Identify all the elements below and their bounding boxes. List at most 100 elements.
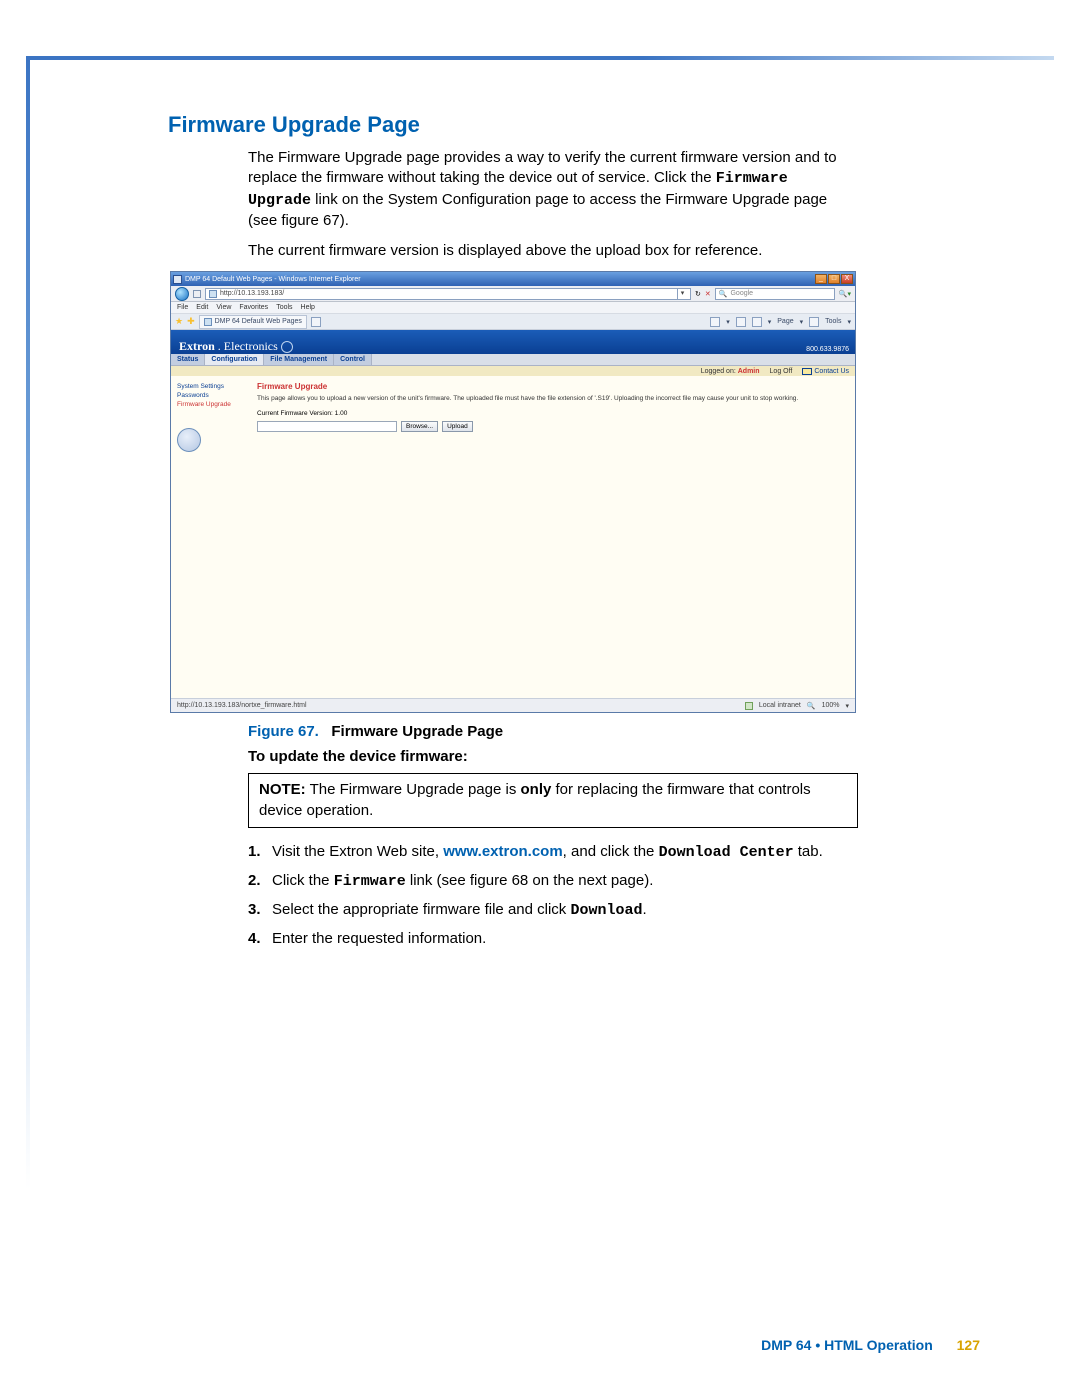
tab-status[interactable]: Status <box>171 354 205 365</box>
logoff-link[interactable]: Log Off <box>770 368 793 375</box>
menu-tools[interactable]: Tools <box>276 304 292 311</box>
note-label: NOTE: <box>259 781 306 798</box>
s1a: Visit the Extron Web site, <box>272 843 443 860</box>
browser-screenshot: DMP 64 Default Web Pages - Windows Inter… <box>170 271 856 713</box>
sidebar-item-system[interactable]: System Settings <box>177 382 247 391</box>
maximize-button[interactable]: □ <box>828 274 840 284</box>
ie-address-bar: http://10.13.193.183/ ▾ ↻ ✕ 🔍 Google 🔍▾ <box>171 286 855 302</box>
intro-paragraph: The Firmware Upgrade page provides a way… <box>248 148 858 231</box>
page-icon <box>209 290 217 298</box>
ie-window-title: DMP 64 Default Web Pages - Windows Inter… <box>185 276 361 283</box>
search-hint: Google <box>730 290 753 297</box>
page-number: 127 <box>957 1337 980 1353</box>
footer-label: DMP 64 • HTML Operation <box>761 1337 933 1353</box>
menu-favorites[interactable]: Favorites <box>239 304 268 311</box>
figure-caption: Figure 67. Firmware Upgrade Page <box>248 723 858 740</box>
s2a: Click the <box>272 872 334 889</box>
tab-configuration[interactable]: Configuration <box>205 354 264 365</box>
intro-text-b: link on the System Configuration page to… <box>248 191 827 229</box>
print-icon[interactable] <box>752 317 762 327</box>
upload-button[interactable]: Upload <box>442 421 473 432</box>
home-icon[interactable] <box>710 317 720 327</box>
file-input[interactable] <box>257 421 397 432</box>
download-center-code: Download Center <box>659 844 794 861</box>
note-bold: only <box>521 781 552 798</box>
extron-link[interactable]: www.extron.com <box>443 843 562 860</box>
menu-file[interactable]: File <box>177 304 188 311</box>
s1c: tab. <box>794 843 823 860</box>
ie-window-controls: _ □ X <box>815 274 853 284</box>
tab-label: DMP 64 Default Web Pages <box>215 318 302 325</box>
url-dropdown-icon[interactable]: ▾ <box>677 289 687 299</box>
search-field[interactable]: 🔍 Google <box>715 288 835 300</box>
refresh-icon[interactable]: ↻ <box>695 290 701 298</box>
page-menu[interactable]: Page <box>777 318 793 325</box>
menu-view[interactable]: View <box>216 304 231 311</box>
tab-icon <box>204 318 212 326</box>
stop-icon[interactable]: ✕ <box>705 290 711 298</box>
menu-help[interactable]: Help <box>301 304 315 311</box>
contact-label: Contact Us <box>814 368 849 375</box>
brand-b: Electronics <box>224 339 278 354</box>
ie-menubar: File Edit View Favorites Tools Help <box>171 302 855 314</box>
sidebar-item-firmware[interactable]: Firmware Upgrade <box>177 400 247 409</box>
ie-app-icon <box>173 275 182 284</box>
zoom-dd-icon[interactable]: ▾ <box>845 702 849 710</box>
extron-header: Extron . Electronics 800.633.9876 <box>171 330 855 354</box>
tools-icon[interactable] <box>809 317 819 327</box>
loggedon-label: Logged on: Admin <box>701 368 760 375</box>
s1b: , and click the <box>563 843 659 860</box>
note-text-a: The Firmware Upgrade page is <box>306 781 521 798</box>
ie-tabbar: ★ ✚ DMP 64 Default Web Pages ▾ ▾ Page ▾ … <box>171 314 855 330</box>
ie-titlebar: DMP 64 Default Web Pages - Windows Inter… <box>171 272 855 286</box>
ie-statusbar: http://10.13.193.183/nortxe_firmware.htm… <box>171 698 855 712</box>
sidebar: System Settings Passwords Firmware Upgra… <box>171 376 253 698</box>
sidebar-item-passwords[interactable]: Passwords <box>177 391 247 400</box>
url-text: http://10.13.193.183/ <box>220 290 284 297</box>
feed-icon[interactable] <box>736 317 746 327</box>
tab-file-management[interactable]: File Management <box>264 354 334 365</box>
s4: Enter the requested information. <box>272 930 486 947</box>
browser-tab[interactable]: DMP 64 Default Web Pages <box>199 315 307 329</box>
favorites-icon[interactable]: ★ <box>175 316 183 327</box>
page-content: Firmware Upgrade Page The Firmware Upgra… <box>168 112 878 955</box>
firmware-code: Firmware <box>334 873 406 890</box>
intro-paragraph-2: The current firmware version is displaye… <box>248 241 858 261</box>
url-field[interactable]: http://10.13.193.183/ ▾ <box>205 288 691 300</box>
tab-control[interactable]: Control <box>334 354 372 365</box>
add-favorite-icon[interactable]: ✚ <box>187 316 195 327</box>
nav-dropdown[interactable] <box>193 290 201 298</box>
new-tab-icon[interactable] <box>311 317 321 327</box>
browse-button[interactable]: Browse... <box>401 421 438 432</box>
main-column: Firmware Upgrade This page allows you to… <box>253 376 855 698</box>
seal-icon <box>177 428 201 452</box>
fw-version: Current Firmware Version: 1.00 <box>257 410 845 417</box>
zone-icon <box>745 702 753 710</box>
status-url: http://10.13.193.183/nortxe_firmware.htm… <box>177 702 307 709</box>
fw-title: Firmware Upgrade <box>257 382 845 391</box>
minimize-button[interactable]: _ <box>815 274 827 284</box>
zone-label: Local intranet <box>759 702 801 709</box>
brand-a: Extron <box>179 339 215 354</box>
fw-desc: This page allows you to upload a new ver… <box>257 395 845 403</box>
menu-edit[interactable]: Edit <box>196 304 208 311</box>
extron-phone: 800.633.9876 <box>806 346 849 354</box>
zoom-icon[interactable]: 🔍 <box>807 702 816 710</box>
zoom-value: 100% <box>822 702 840 709</box>
section-title: Firmware Upgrade Page <box>168 112 878 138</box>
tools-menu[interactable]: Tools <box>825 318 841 325</box>
figure-title: Firmware Upgrade Page <box>331 723 503 740</box>
search-engine-icon: 🔍 <box>719 290 728 298</box>
back-button[interactable] <box>175 287 189 301</box>
contact-us-link[interactable]: Contact Us <box>802 368 849 375</box>
extron-logo: Extron . Electronics <box>179 339 293 354</box>
close-button[interactable]: X <box>841 274 853 284</box>
search-go-icon[interactable]: 🔍▾ <box>839 290 851 298</box>
step-4: 4.Enter the requested information. <box>248 927 858 951</box>
s2b: link (see figure 68 on the next page). <box>406 872 654 889</box>
figure-number: Figure 67. <box>248 723 319 740</box>
page-border-top <box>26 56 1054 60</box>
extron-status-strip: Logged on: Admin Log Off Contact Us <box>171 366 855 376</box>
step-3: 3.Select the appropriate firmware file a… <box>248 898 858 923</box>
step-1: 1.Visit the Extron Web site, www.extron.… <box>248 840 858 865</box>
